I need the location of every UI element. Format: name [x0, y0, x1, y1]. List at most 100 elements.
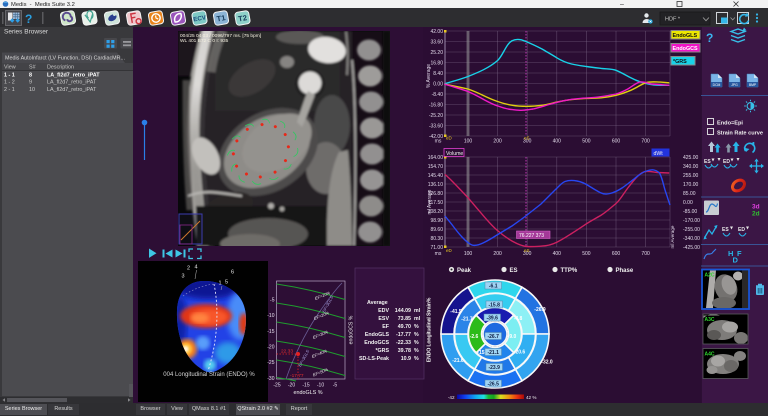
svg-text:EDV: EDV [378, 308, 389, 314]
svg-text:ES: ES [510, 268, 518, 274]
svg-text:?: ? [706, 31, 713, 45]
svg-text:-5: -5 [270, 298, 275, 304]
svg-text:2: 2 [187, 266, 190, 272]
svg-text:-32.0: -32.0 [541, 360, 553, 366]
svg-text:ES: ES [704, 159, 711, 165]
svg-text:10.9: 10.9 [401, 356, 411, 362]
svg-text:144.09: 144.09 [395, 308, 411, 314]
svg-text:10: 10 [29, 87, 35, 93]
svg-text:-20: -20 [267, 345, 274, 351]
svg-text:Description: Description [47, 65, 74, 71]
svg-text:76.227 373: 76.227 373 [519, 233, 544, 239]
svg-text:33.60: 33.60 [430, 40, 443, 46]
svg-text:164.00: 164.00 [428, 155, 444, 161]
svg-text:ESV: ESV [378, 316, 389, 322]
svg-text:-21.6: -21.6 [452, 358, 464, 364]
svg-text:9: 9 [29, 80, 32, 86]
svg-text:%: % [414, 324, 419, 330]
svg-text:-23.9: -23.9 [488, 365, 500, 371]
svg-text:T2: T2 [237, 13, 247, 23]
svg-text:700: 700 [641, 251, 650, 257]
svg-text:eD: eD [446, 136, 453, 141]
svg-text:-170.00: -170.00 [683, 218, 700, 224]
svg-text:Endo=Epi: Endo=Epi [717, 121, 743, 127]
svg-text:ml: ml [414, 308, 421, 314]
svg-text:Phase: Phase [616, 268, 634, 274]
svg-text:Strain Rate curve: Strain Rate curve [717, 131, 763, 137]
svg-text:*GRS: *GRS [673, 59, 687, 65]
svg-text:-39.6: -39.6 [486, 316, 498, 322]
svg-text:154.70: 154.70 [428, 164, 444, 170]
svg-text:1: 1 [219, 281, 222, 287]
svg-text:400: 400 [553, 251, 562, 257]
svg-text:600: 600 [612, 139, 621, 145]
svg-text:endoGCS %: endoGCS % [349, 315, 355, 344]
svg-text:SD-LS-Peak: SD-LS-Peak [359, 356, 389, 362]
svg-text:-4.8: -4.8 [514, 316, 523, 322]
svg-text:255.00: 255.00 [683, 173, 699, 179]
svg-text:ml Average: ml Average [670, 225, 675, 248]
svg-text:3d: 3d [752, 204, 760, 211]
svg-text:42.00: 42.00 [430, 29, 443, 35]
svg-text:% Average: % Average [426, 64, 432, 88]
svg-text:425.00: 425.00 [683, 155, 699, 161]
svg-text:WL 401 B72 C 0 I: 935: WL 401 B72 C 0 I: 935 [180, 38, 229, 44]
svg-text:EndoGLS: EndoGLS [365, 332, 390, 338]
svg-text:-9.0: -9.0 [508, 334, 517, 340]
svg-text:-25: -25 [267, 360, 274, 366]
svg-text:D: D [733, 256, 739, 265]
svg-text:-20: -20 [288, 383, 295, 389]
svg-text:100: 100 [464, 139, 473, 145]
svg-text:004 Longitudinal Strain (ENDO): 004 Longitudinal Strain (ENDO) % [163, 372, 255, 378]
svg-text:-26.9: -26.9 [534, 307, 546, 313]
svg-text:2d: 2d [752, 211, 760, 218]
svg-text:-2.6: -2.6 [470, 334, 479, 340]
svg-text:EndoGCS: EndoGCS [673, 46, 699, 52]
svg-text:EndoGCS: EndoGCS [364, 340, 389, 346]
svg-text:EndoGLS: EndoGLS [673, 33, 698, 39]
svg-text:Peak: Peak [457, 268, 472, 274]
svg-text:eS: eS [524, 248, 530, 253]
svg-text:dWt: dWt [654, 151, 664, 157]
svg-text:JPG: JPG [731, 83, 738, 87]
svg-text:endoGLS %: endoGLS % [293, 390, 322, 396]
svg-text:-425.00: -425.00 [683, 245, 700, 251]
svg-text:136.10: 136.10 [428, 182, 444, 188]
svg-text:98.90: 98.90 [430, 218, 443, 224]
svg-text:-25: -25 [273, 383, 280, 389]
svg-text:-22.33: -22.33 [396, 340, 411, 346]
svg-text:340.00: 340.00 [683, 164, 699, 170]
svg-text:-255.00: -255.00 [683, 227, 700, 233]
svg-text:ED: ED [723, 159, 730, 165]
svg-text:Volume: Volume [446, 151, 463, 157]
svg-text:?: ? [25, 12, 32, 26]
svg-text:eS: eS [524, 136, 530, 141]
svg-text:-26.7: -26.7 [487, 334, 499, 340]
svg-text:22.33: 22.33 [281, 349, 293, 355]
svg-text:8.40: 8.40 [433, 71, 443, 77]
svg-text:8: 8 [29, 72, 32, 78]
svg-text:700: 700 [641, 139, 650, 145]
svg-text:-30: -30 [267, 376, 274, 382]
svg-text:80.30: 80.30 [430, 236, 443, 242]
svg-text:-85.00: -85.00 [683, 209, 697, 215]
svg-text:5: 5 [225, 280, 228, 286]
svg-text:42 %: 42 % [526, 395, 536, 400]
svg-text:73.85: 73.85 [398, 316, 411, 322]
svg-text:View: View [4, 65, 16, 71]
svg-text:0.00: 0.00 [683, 200, 693, 206]
svg-text:100: 100 [464, 251, 473, 257]
svg-text:-17.77: -17.77 [396, 332, 411, 338]
svg-text:400: 400 [553, 139, 562, 145]
svg-text:ml: ml [414, 316, 421, 322]
svg-text:EF: EF [382, 324, 390, 330]
svg-text:T1: T1 [216, 13, 226, 23]
svg-text:-10: -10 [267, 313, 274, 319]
svg-text:-17.77: -17.77 [290, 373, 304, 379]
svg-text:A2C: A2C [705, 273, 715, 279]
svg-text:1 - 1: 1 - 1 [4, 72, 15, 78]
svg-text:-33.60: -33.60 [429, 124, 443, 130]
svg-text:%: % [414, 332, 419, 338]
svg-text:-16.80: -16.80 [429, 103, 443, 109]
svg-text:ES: ES [722, 227, 729, 233]
